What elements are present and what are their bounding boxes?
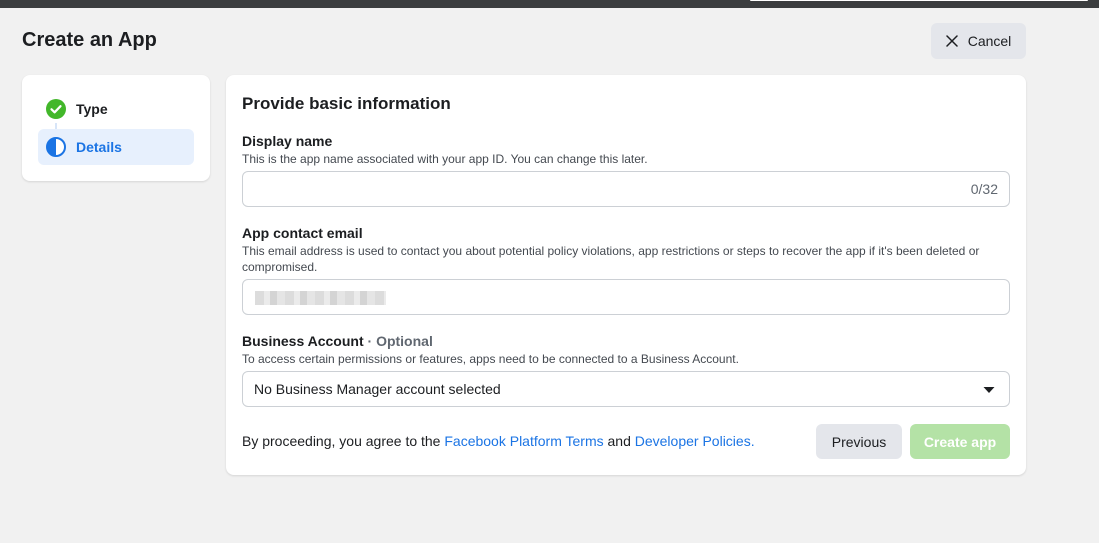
cancel-button[interactable]: Cancel: [931, 23, 1026, 59]
section-title: Provide basic information: [242, 94, 451, 113]
developer-policies-link[interactable]: Developer Policies.: [635, 433, 755, 449]
step-details-label: Details: [76, 139, 122, 155]
contact-email-help: This email address is used to contact yo…: [242, 244, 980, 274]
top-search-field[interactable]: [750, 0, 1088, 1]
step-details[interactable]: Details: [38, 129, 194, 165]
caret-down-icon: [983, 387, 995, 393]
display-name-label: Display name: [242, 133, 333, 149]
character-counter: 0/32: [970, 181, 998, 197]
consent-and: and: [607, 433, 631, 449]
step-type[interactable]: Type: [38, 91, 194, 127]
business-account-label: Business Account · Optional: [242, 333, 433, 349]
display-name-field[interactable]: 0/32: [242, 171, 1010, 207]
terms-consent: By proceeding, you agree to the Facebook…: [242, 433, 755, 449]
platform-terms-link[interactable]: Facebook Platform Terms: [444, 433, 603, 449]
cancel-button-label: Cancel: [967, 33, 1012, 49]
check-circle-icon: [46, 99, 66, 119]
contact-email-label: App contact email: [242, 225, 363, 241]
display-name-input[interactable]: [243, 172, 943, 206]
redacted-email-value: [255, 291, 386, 305]
create-app-button[interactable]: Create app: [910, 424, 1010, 459]
previous-button[interactable]: Previous: [816, 424, 902, 459]
steps-panel: Type Details: [22, 75, 210, 181]
basic-info-form: Provide basic information Display name T…: [226, 75, 1026, 475]
display-name-help: This is the app name associated with you…: [242, 152, 648, 166]
page-title: Create an App: [22, 29, 157, 51]
top-navigation-bar: [0, 0, 1099, 8]
step-type-label: Type: [76, 101, 108, 117]
optional-tag: · Optional: [367, 333, 433, 349]
contact-email-field[interactable]: [242, 279, 1010, 315]
business-account-select[interactable]: No Business Manager account selected: [242, 371, 1010, 407]
business-account-help: To access certain permissions or feature…: [242, 352, 739, 366]
consent-prefix: By proceeding, you agree to the: [242, 433, 441, 449]
half-circle-icon: [46, 137, 66, 157]
close-icon: [945, 35, 958, 47]
business-account-label-text: Business Account: [242, 333, 364, 349]
business-account-selected: No Business Manager account selected: [254, 381, 501, 397]
